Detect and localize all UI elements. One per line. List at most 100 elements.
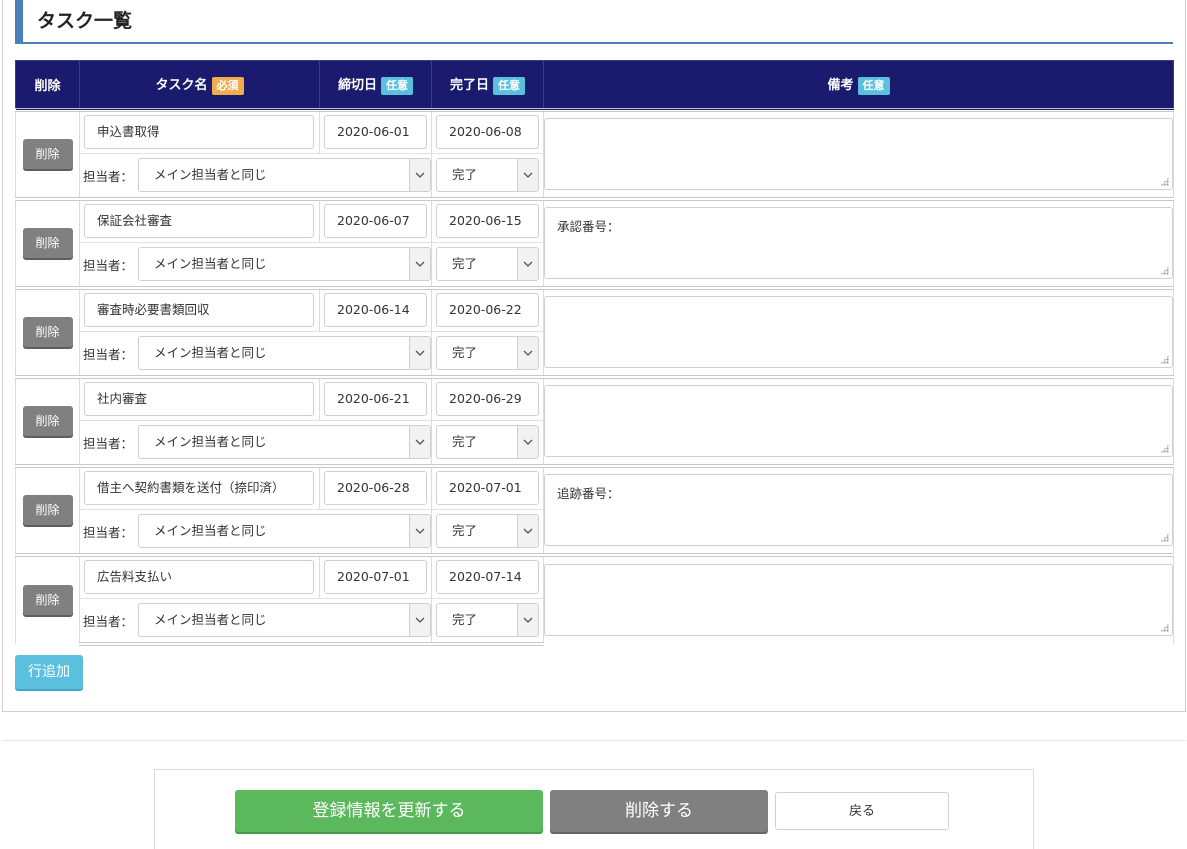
chevron-down-icon [517, 515, 538, 548]
status-value: 完了 [452, 434, 478, 450]
assignee-select[interactable]: メイン担当者と同じ [138, 247, 431, 282]
chevron-down-icon [409, 337, 430, 370]
chevron-down-icon [517, 337, 538, 370]
status-select[interactable]: 完了 [436, 425, 539, 460]
status-cell: 完了 [431, 598, 544, 646]
chevron-down-icon [409, 159, 430, 192]
assignee-value: メイン担当者と同じ [154, 345, 267, 361]
done-date-input[interactable]: 2020-06-29 [436, 382, 539, 417]
note-text: 承認番号： [557, 219, 620, 234]
assignee-label: 担当者： [83, 346, 134, 362]
task-row: 削除 申込書取得 2020-06-01 2020-06-08 [15, 107, 1174, 199]
divider [2, 740, 1186, 741]
task-row: 削除 広告料支払い 2020-07-01 2020-07-14 [15, 552, 1174, 644]
resize-grip-icon[interactable] [1160, 444, 1169, 453]
due-date-input[interactable]: 2020-06-21 [324, 382, 427, 417]
task-name-input[interactable]: 申込書取得 [84, 115, 314, 150]
due-date-input[interactable]: 2020-06-01 [324, 115, 427, 150]
status-select[interactable]: 完了 [436, 158, 539, 193]
assignee-select[interactable]: メイン担当者と同じ [138, 158, 431, 193]
done-date-input[interactable]: 2020-06-22 [436, 293, 539, 328]
header-task-name: タスク名 必須 [79, 60, 320, 110]
delete-row-button[interactable]: 削除 [22, 228, 73, 258]
add-row-button[interactable]: 行追加 [15, 655, 83, 689]
assignee-select[interactable]: メイン担当者と同じ [138, 603, 431, 638]
due-date-input[interactable]: 2020-06-28 [324, 471, 427, 506]
delete-row-button[interactable]: 削除 [22, 495, 73, 525]
resize-grip-icon[interactable] [1160, 266, 1169, 275]
note-textarea[interactable] [544, 296, 1173, 368]
assignee-label: 担当者： [83, 613, 134, 629]
done-date-input[interactable]: 2020-06-08 [436, 115, 539, 150]
assignee-select[interactable]: メイン担当者と同じ [138, 425, 431, 460]
due-date-cell: 2020-06-21 [319, 374, 432, 421]
task-row: 削除 審査時必要書類回収 2020-06-14 2020-06-22 [15, 285, 1174, 377]
delete-record-button[interactable]: 削除する [550, 790, 768, 832]
status-cell: 完了 [431, 331, 544, 377]
assignee-cell: 担当者： メイン担当者と同じ [79, 598, 432, 646]
note-textarea[interactable] [544, 118, 1173, 190]
header-note: 備考 任意 [543, 60, 1174, 110]
resize-grip-icon[interactable] [1160, 623, 1169, 632]
chevron-down-icon [409, 248, 430, 281]
back-button[interactable]: 戻る [775, 792, 949, 830]
note-cell [543, 285, 1174, 377]
note-textarea[interactable] [544, 564, 1173, 636]
status-value: 完了 [452, 256, 478, 272]
delete-row-button[interactable]: 削除 [22, 139, 73, 169]
due-date-cell: 2020-06-14 [319, 285, 432, 332]
status-select[interactable]: 完了 [436, 603, 539, 638]
note-cell [543, 552, 1174, 644]
due-date-cell: 2020-07-01 [319, 552, 432, 599]
task-name-input[interactable]: 借主へ契約書類を送付（捺印済） [84, 471, 314, 506]
task-name-input[interactable]: 広告料支払い [84, 560, 314, 595]
resize-grip-icon[interactable] [1160, 355, 1169, 364]
status-select[interactable]: 完了 [436, 247, 539, 282]
status-select[interactable]: 完了 [436, 514, 539, 549]
note-textarea[interactable]: 追跡番号： [544, 474, 1173, 546]
task-row: 削除 借主へ契約書類を送付（捺印済） 2020-06-28 2020-07-01 追跡番… [15, 463, 1174, 555]
delete-cell: 削除 [15, 285, 80, 377]
assignee-value: メイン担当者と同じ [154, 256, 267, 272]
done-date-cell: 2020-06-22 [431, 285, 544, 332]
note-textarea[interactable]: 承認番号： [544, 207, 1173, 279]
delete-row-button[interactable]: 削除 [22, 317, 73, 347]
assignee-select[interactable]: メイン担当者と同じ [138, 514, 431, 549]
status-select[interactable]: 完了 [436, 336, 539, 371]
status-cell: 完了 [431, 420, 544, 466]
status-value: 完了 [452, 612, 478, 628]
assignee-cell: 担当者： メイン担当者と同じ [79, 331, 432, 377]
due-date-input[interactable]: 2020-06-14 [324, 293, 427, 328]
task-name-input[interactable]: 社内審査 [84, 382, 314, 417]
page-title: タスク一覧 [15, 0, 1173, 44]
delete-cell: 削除 [15, 196, 80, 288]
task-row: 削除 社内審査 2020-06-21 2020-06-29 [15, 374, 1174, 466]
done-date-input[interactable]: 2020-06-15 [436, 204, 539, 239]
chevron-down-icon [517, 159, 538, 192]
assignee-value: メイン担当者と同じ [154, 167, 267, 183]
note-cell: 承認番号： [543, 196, 1174, 288]
assignee-select[interactable]: メイン担当者と同じ [138, 336, 431, 371]
resize-grip-icon[interactable] [1160, 177, 1169, 186]
resize-grip-icon[interactable] [1160, 533, 1169, 542]
status-cell: 完了 [431, 509, 544, 555]
note-textarea[interactable] [544, 385, 1173, 457]
note-cell [543, 374, 1174, 466]
chevron-down-icon [409, 426, 430, 459]
update-button[interactable]: 登録情報を更新する [235, 790, 543, 832]
delete-row-button[interactable]: 削除 [22, 585, 73, 615]
due-date-cell: 2020-06-01 [319, 107, 432, 154]
done-date-cell: 2020-06-29 [431, 374, 544, 421]
task-name-input[interactable]: 審査時必要書類回収 [84, 293, 314, 328]
delete-row-button[interactable]: 削除 [22, 406, 73, 436]
status-cell: 完了 [431, 153, 544, 199]
done-date-input[interactable]: 2020-07-01 [436, 471, 539, 506]
note-text: 追跡番号： [557, 486, 620, 501]
task-name-cell: 審査時必要書類回収 [79, 285, 320, 332]
done-date-cell: 2020-07-01 [431, 463, 544, 510]
task-row: 削除 保証会社審査 2020-06-07 2020-06-15 承認番号： [15, 196, 1174, 288]
due-date-input[interactable]: 2020-07-01 [324, 560, 427, 595]
task-name-input[interactable]: 保証会社審査 [84, 204, 314, 239]
due-date-input[interactable]: 2020-06-07 [324, 204, 427, 239]
done-date-input[interactable]: 2020-07-14 [436, 560, 539, 595]
